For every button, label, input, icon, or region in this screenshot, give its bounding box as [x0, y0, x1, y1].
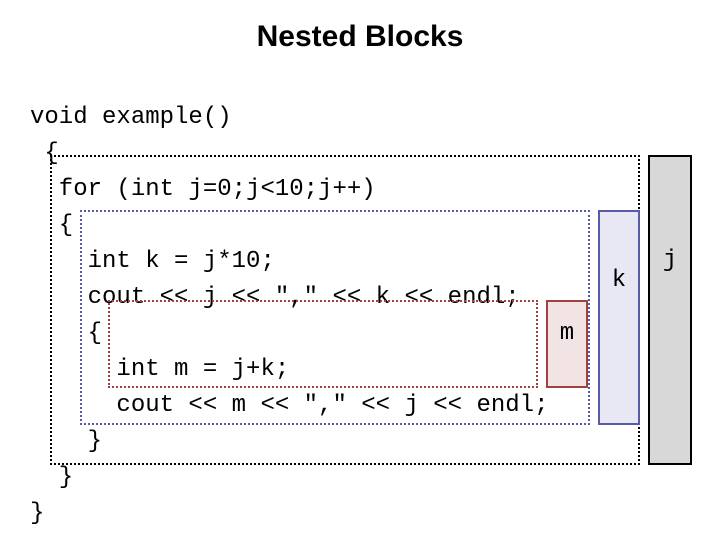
var-box-m: m — [546, 300, 588, 388]
var-box-k: k — [598, 210, 640, 425]
slide-title: Nested Blocks — [30, 20, 690, 54]
code-line: } — [30, 500, 44, 527]
code-line: void example() — [30, 104, 232, 131]
var-box-j: j — [648, 155, 692, 465]
code-line: } — [30, 464, 73, 491]
scope-box-m — [108, 300, 538, 388]
